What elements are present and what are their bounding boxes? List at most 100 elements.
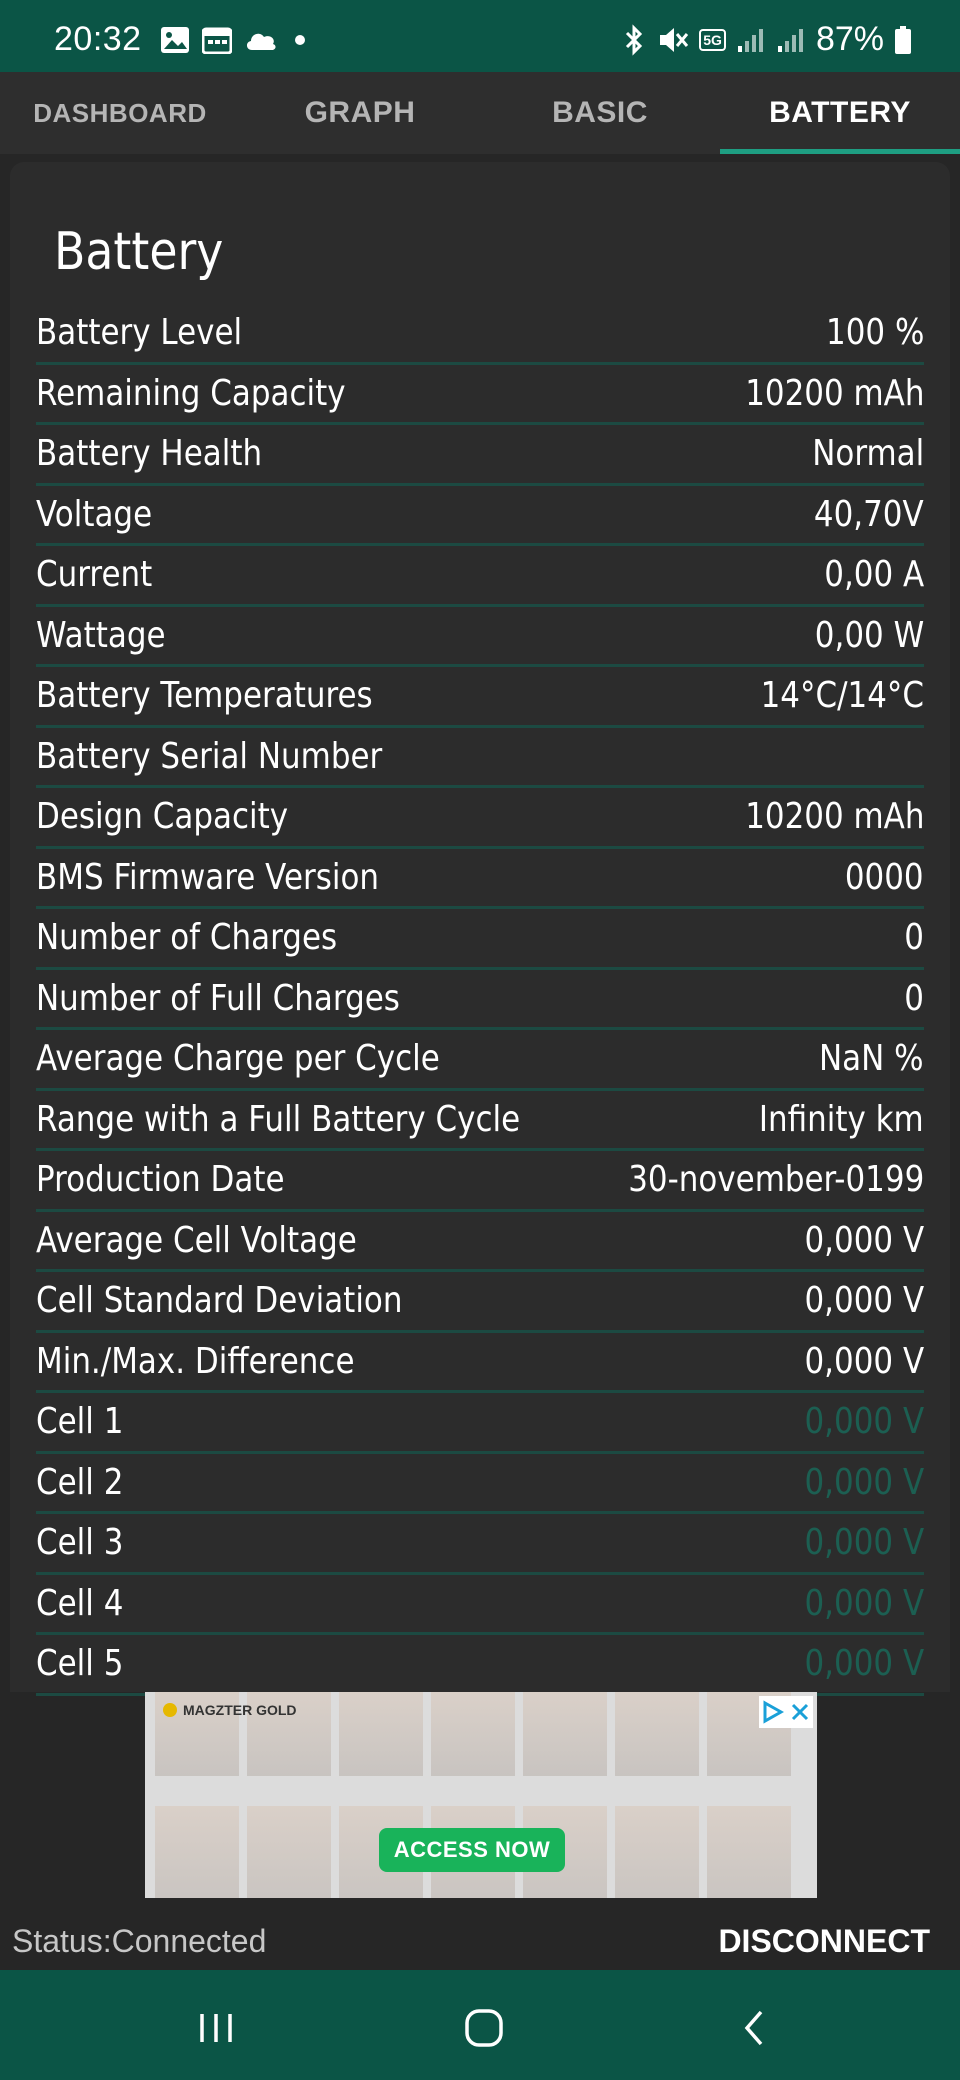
row-cell-5: Cell 5 0,000 V [36,1635,924,1696]
row-label: Voltage [36,493,153,535]
row-label: Cell 3 [36,1522,124,1564]
row-design-capacity: Design Capacity 10200 mAh [36,788,924,849]
home-button[interactable] [454,2000,514,2056]
row-label: Battery Serial Number [36,735,383,777]
row-current: Current 0,00 A [36,546,924,607]
connection-bar: Status:Connected DISCONNECT [0,1912,960,1970]
row-bms-firmware-version: BMS Firmware Version 0000 [36,849,924,909]
back-button[interactable] [724,2000,784,2056]
ad-choices-icon[interactable] [762,1700,784,1724]
row-value: 30-november-0199 [627,1159,924,1201]
row-value: 0,000 V [804,1340,924,1382]
ad-access-now-button[interactable]: ACCESS NOW [379,1828,565,1872]
row-cell-1: Cell 1 0,000 V [36,1393,924,1454]
recents-button[interactable] [186,2000,246,2056]
ad-magazine-cover [247,1806,331,1898]
row-label: Design Capacity [36,796,289,838]
row-value: 14°C/14°C [760,675,924,717]
row-label: Number of Charges [36,917,338,959]
status-right: 5G 87% [621,20,912,59]
mute-icon [660,27,689,52]
cloud-icon [246,33,276,50]
row-label: Current [36,554,153,596]
row-value: 100 % [825,312,924,354]
signal-icon [777,28,803,52]
row-average-charge-per-cycle: Average Charge per Cycle NaN % [36,1030,924,1091]
tab-basic[interactable]: BASIC [480,72,720,154]
row-wattage: Wattage 0,00 W [36,607,924,667]
bluetooth-icon [626,23,643,56]
row-battery-serial-number: Battery Serial Number [36,728,924,788]
ad-magazine-cover [615,1806,699,1898]
row-value: 10200 mAh [744,372,924,414]
row-label: Average Cell Voltage [36,1219,357,1261]
tab-battery[interactable]: BATTERY [720,72,960,154]
row-label: Cell 1 [36,1401,124,1443]
5g-icon: 5G [699,28,726,51]
battery-icon [895,25,911,54]
battery-percent: 87% [815,20,884,58]
row-value: 40,70V [814,493,924,535]
recents-icon[interactable] [196,2010,236,2046]
ad-brand-label: MAGZTER GOLD [183,1702,297,1718]
row-value: 0,000 V [804,1461,924,1503]
row-label: Battery Level [36,312,243,354]
row-cell-2: Cell 2 0,000 V [36,1454,924,1514]
ad-magazine-cover [155,1806,239,1898]
row-label: Production Date [36,1159,285,1201]
row-label: Range with a Full Battery Cycle [36,1098,521,1140]
ad-logo-icon [163,1703,177,1717]
ad-brand: MAGZTER GOLD [163,1702,297,1718]
tab-bar: DASHBOARD GRAPH BASIC BATTERY [0,72,960,154]
row-value: Infinity km [759,1098,924,1140]
row-value: 0,000 V [804,1401,924,1443]
row-label: Cell 4 [36,1582,124,1624]
row-value: 0,000 V [804,1643,924,1685]
home-icon[interactable] [464,2008,504,2048]
battery-info-list: Battery Level 100 % Remaining Capacity 102… [36,304,924,1696]
row-battery-temperatures: Battery Temperatures 14°C/14°C [36,667,924,728]
row-value: 0,000 V [804,1522,924,1564]
status-bar: 20:32 5G 87% [0,0,960,72]
row-battery-health: Battery Health Normal [36,425,924,486]
row-cell-standard-deviation: Cell Standard Deviation 0,000 V [36,1272,924,1333]
row-label: Battery Temperatures [36,675,373,717]
row-label: Min./Max. Difference [36,1340,355,1382]
row-label: Cell Standard Deviation [36,1280,403,1322]
image-icon [161,27,189,53]
tab-dashboard[interactable]: DASHBOARD [0,72,240,154]
row-value: 0000 [845,856,924,898]
ad-magazine-cover [615,1692,699,1776]
row-number-of-full-charges: Number of Full Charges 0 [36,970,924,1030]
row-battery-level: Battery Level 100 % [36,304,924,365]
row-value: 0 [904,917,924,959]
calendar-icon [202,27,232,54]
row-value: 0,000 V [804,1219,924,1261]
dot-icon [295,35,305,45]
tab-graph[interactable]: GRAPH [240,72,480,154]
row-label: BMS Firmware Version [36,856,380,898]
back-icon[interactable] [739,2008,769,2048]
row-cell-4: Cell 4 0,000 V [36,1575,924,1635]
row-cell-3: Cell 3 0,000 V [36,1514,924,1575]
row-value: 0,00 W [814,614,924,656]
row-min-max-difference: Min./Max. Difference 0,000 V [36,1333,924,1393]
disconnect-button[interactable]: DISCONNECT [718,1923,930,1960]
row-range-full-cycle: Range with a Full Battery Cycle Infinity … [36,1091,924,1151]
row-value: 0,000 V [804,1582,924,1624]
row-label: Remaining Capacity [36,372,346,414]
row-production-date: Production Date 30-november-0199 [36,1151,924,1212]
ad-close-button[interactable] [759,1696,813,1728]
row-label: Battery Health [36,433,263,475]
row-value: 0 [904,977,924,1019]
row-label: Wattage [36,614,166,656]
battery-card: Battery Battery Level 100 % Remaining Cap… [10,162,950,1696]
close-icon[interactable] [790,1702,810,1722]
card-title: Battery [54,222,224,282]
row-value: 10200 mAh [744,796,924,838]
status-left-icons [160,26,310,54]
row-value: NaN % [819,1038,924,1080]
status-time: 20:32 [54,20,142,58]
ad-banner[interactable]: MAGZTER GOLD ACCESS NOW [145,1692,817,1898]
row-number-of-charges: Number of Charges 0 [36,909,924,970]
